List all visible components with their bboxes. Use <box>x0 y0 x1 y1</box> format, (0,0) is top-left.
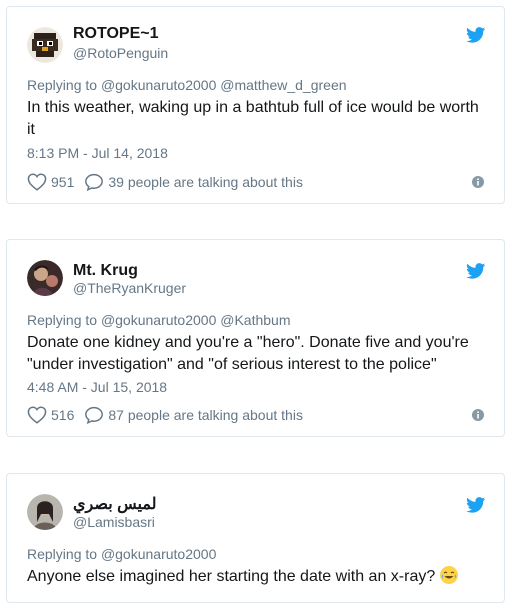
penguin-avatar-icon <box>27 27 63 63</box>
replying-prefix: Replying to <box>27 546 98 562</box>
reply-bubble-icon[interactable] <box>84 173 104 191</box>
replying-prefix: Replying to <box>27 312 98 328</box>
replying-to: Replying to @gokunaruto2000 @Kathbum <box>27 312 290 328</box>
heart-icon[interactable] <box>27 406 47 424</box>
display-name[interactable]: لميس بصري <box>73 494 156 514</box>
replying-mentions[interactable]: @gokunaruto2000 @matthew_d_green <box>101 77 347 93</box>
tweet-card: ROTOPE~1 @RotoPenguin Replying to @gokun… <box>6 6 505 204</box>
user-handle[interactable]: @RotoPenguin <box>73 45 168 61</box>
user-handle[interactable]: @Lamisbasri <box>73 514 155 530</box>
talking-about[interactable]: 39 people are talking about this <box>108 174 303 190</box>
tweet-text: Donate one kidney and you're a "hero". D… <box>27 334 469 373</box>
tweet-card: Mt. Krug @TheRyanKruger Replying to @gok… <box>6 239 505 437</box>
reply-bubble-icon[interactable] <box>84 406 104 424</box>
tweet-text: In this weather, waking up in a bathtub … <box>27 99 479 138</box>
replying-to: Replying to @gokunaruto2000 <box>27 546 216 562</box>
person-avatar-icon <box>27 260 63 296</box>
info-icon[interactable] <box>472 176 484 188</box>
twitter-bird-icon[interactable] <box>466 497 486 513</box>
avatar[interactable] <box>27 494 63 530</box>
like-count[interactable]: 951 <box>51 174 74 190</box>
like-count[interactable]: 516 <box>51 407 74 423</box>
display-name[interactable]: ROTOPE~1 <box>73 25 159 43</box>
tweet-actions: 951 39 people are talking about this <box>27 172 313 192</box>
talking-about[interactable]: 87 people are talking about this <box>108 407 303 423</box>
tweet-text-content: Anyone else imagined her starting the da… <box>27 568 436 585</box>
tweet-actions: 516 87 people are talking about this <box>27 405 313 425</box>
replying-mentions[interactable]: @gokunaruto2000 <box>101 546 216 562</box>
replying-mentions[interactable]: @gokunaruto2000 @Kathbum <box>101 312 291 328</box>
tweet-card: لميس بصري @Lamisbasri Replying to @gokun… <box>6 473 505 603</box>
tweet-text: Anyone else imagined her starting the da… <box>27 566 487 588</box>
tweet-timestamp[interactable]: 4:48 AM - Jul 15, 2018 <box>27 379 167 395</box>
info-icon[interactable] <box>472 409 484 421</box>
tears-of-joy-emoji-icon <box>439 566 458 584</box>
display-name[interactable]: Mt. Krug <box>73 262 138 280</box>
tweet-timestamp[interactable]: 8:13 PM - Jul 14, 2018 <box>27 145 168 161</box>
twitter-bird-icon[interactable] <box>466 263 486 279</box>
avatar[interactable] <box>27 27 63 63</box>
replying-to: Replying to @gokunaruto2000 @matthew_d_g… <box>27 77 347 93</box>
heart-icon[interactable] <box>27 173 47 191</box>
person-avatar-icon <box>27 494 63 530</box>
user-handle[interactable]: @TheRyanKruger <box>73 280 186 296</box>
twitter-bird-icon[interactable] <box>466 27 486 43</box>
replying-prefix: Replying to <box>27 77 98 93</box>
avatar[interactable] <box>27 260 63 296</box>
